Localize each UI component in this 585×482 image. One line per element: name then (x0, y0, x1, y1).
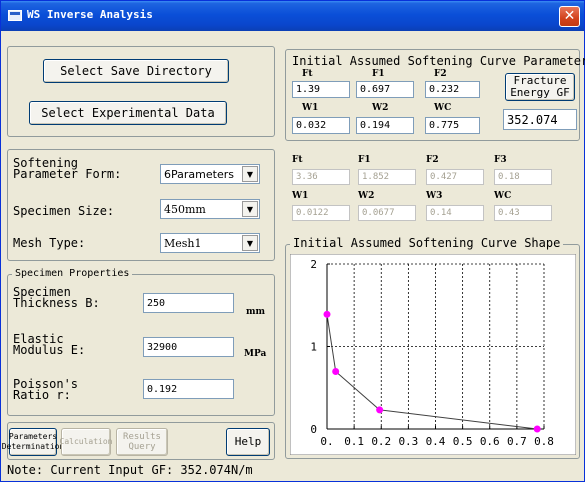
x-tick-label: 0.8 (534, 435, 554, 448)
x-tick-label: 0.7 (507, 435, 527, 448)
data-point (332, 367, 340, 375)
f2-input[interactable]: 0.232 (425, 81, 480, 98)
poisson-ratio-input[interactable]: 0.192 (143, 379, 234, 399)
thickness-input[interactable]: 250 (143, 293, 234, 313)
x-tick-label: 0.6 (480, 435, 500, 448)
mesh-type-select[interactable]: Mesh1 ▼ (160, 233, 260, 253)
result-label-f1: F1 (358, 155, 371, 165)
result-w3: 0.14 (426, 205, 484, 221)
select-experimental-data-button[interactable]: Select Experimental Data (29, 101, 227, 125)
chart-title: Initial Assumed Softening Curve Shape (290, 237, 564, 249)
thickness-unit: mm (246, 307, 266, 317)
param-label-w2: W2 (372, 103, 389, 113)
data-point (533, 425, 541, 433)
result-label-ft: Ft (292, 155, 303, 165)
f1-input[interactable]: 0.697 (356, 81, 414, 98)
x-tick-label: 0.3 (398, 435, 418, 448)
softening-form-value: 6Parameters (164, 167, 234, 181)
result-w2: 0.0677 (358, 205, 416, 221)
result-label-w1: W1 (292, 191, 309, 201)
data-point (376, 406, 384, 414)
param-label-f1: F1 (372, 69, 385, 79)
ft-input[interactable]: 1.39 (292, 81, 350, 98)
elastic-modulus-unit: MPa (244, 349, 267, 359)
gf-input[interactable]: 352.074 (503, 109, 577, 130)
parameters-determination-button[interactable]: Parameters Determination (2, 428, 64, 456)
result-label-w2: W2 (358, 191, 375, 201)
y-tick-label: 1 (310, 341, 317, 354)
softening-form-label: Softening Parameter Form: (13, 156, 122, 181)
result-f1: 1.852 (358, 169, 416, 185)
w1-input[interactable]: 0.032 (292, 117, 350, 134)
result-f3: 0.18 (494, 169, 552, 185)
param-label-wc: WC (434, 103, 452, 113)
y-tick-label: 0 (310, 423, 317, 436)
x-tick-label: 0.4 (426, 435, 446, 448)
result-label-wc: WC (494, 191, 512, 201)
close-button[interactable]: ✕ (559, 6, 580, 27)
result-label-w3: W3 (426, 191, 443, 201)
x-tick-label: 0.2 (371, 435, 391, 448)
result-label-f3: F3 (494, 155, 507, 165)
param-label-ft: Ft (302, 69, 313, 79)
initial-params-title: Initial Assumed Softening Curve Paramete… (292, 54, 585, 68)
param-label-w1: W1 (302, 103, 319, 113)
fracture-energy-button[interactable]: Fracture Energy GF (505, 73, 575, 101)
param-label-f2: F2 (434, 69, 447, 79)
softening-form-select[interactable]: 6Parameters ▼ (160, 164, 260, 184)
specimen-size-select[interactable]: 450mm ▼ (160, 199, 260, 219)
mesh-type-label: Mesh Type: (13, 236, 86, 250)
window-title: WS Inverse Analysis (27, 8, 153, 21)
result-f2: 0.427 (426, 169, 484, 185)
main-window: WS Inverse Analysis ✕ Select Save Direct… (0, 0, 585, 482)
chevron-down-icon[interactable]: ▼ (242, 201, 258, 217)
data-point (323, 310, 331, 318)
chevron-down-icon[interactable]: ▼ (242, 166, 258, 182)
elastic-modulus-label: Elastic Modulus E: (13, 332, 86, 357)
x-tick-label: 0. (320, 435, 333, 448)
mesh-type-value: Mesh1 (164, 236, 202, 250)
result-label-f2: F2 (426, 155, 439, 165)
poisson-ratio-label: Poisson's Ratio r: (13, 377, 79, 402)
select-save-directory-button[interactable]: Select Save Directory (43, 59, 229, 83)
y-tick-label: 2 (310, 258, 317, 271)
calculation-button[interactable]: Calculation (60, 428, 113, 456)
app-icon (8, 10, 22, 21)
results-query-button[interactable]: Results Query (116, 428, 168, 456)
wc-input[interactable]: 0.775 (425, 117, 480, 134)
x-tick-label: 0.5 (453, 435, 473, 448)
result-w1: 0.0122 (292, 205, 350, 221)
specimen-size-value: 450mm (164, 202, 206, 216)
softening-curve-chart: 0. 0.1 0.2 0.3 0.4 0.5 0.6 0.7 0.8 0 1 2 (290, 254, 576, 455)
title-bar[interactable]: WS Inverse Analysis ✕ (1, 1, 584, 31)
specimen-size-label: Specimen Size: (13, 204, 115, 218)
x-tick-label: 0.1 (344, 435, 364, 448)
chevron-down-icon[interactable]: ▼ (242, 235, 258, 251)
status-note: Note: Current Input GF: 352.074N/m (7, 463, 253, 477)
thickness-label: Specimen Thickness B: (13, 285, 100, 310)
w2-input[interactable]: 0.194 (356, 117, 414, 134)
help-button[interactable]: Help (226, 428, 270, 456)
elastic-modulus-input[interactable]: 32900 (143, 337, 234, 357)
result-wc: 0.43 (494, 205, 552, 221)
specimen-properties-title: Specimen Properties (12, 268, 133, 279)
result-ft: 3.36 (292, 169, 350, 185)
